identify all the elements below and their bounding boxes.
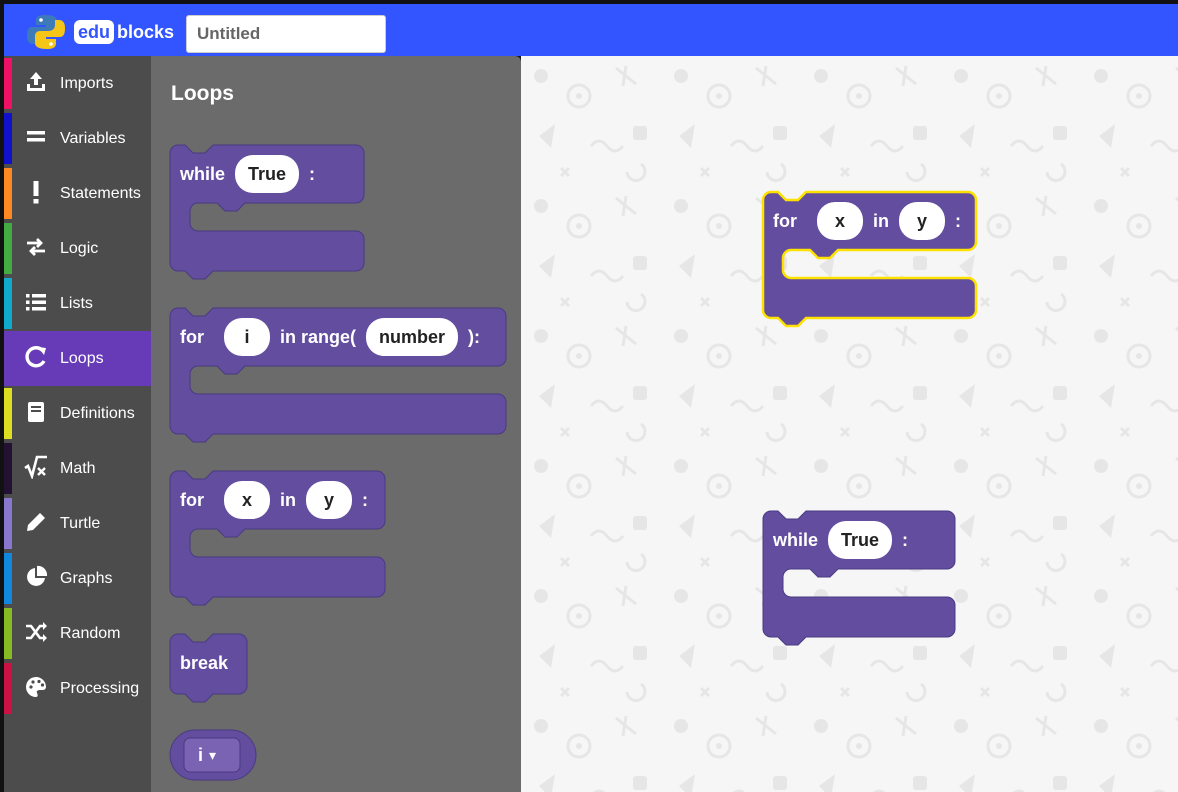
category-color-stripe <box>4 223 12 274</box>
category-label: Lists <box>60 294 93 312</box>
category-definitions[interactable]: Definitions <box>4 386 151 441</box>
edublocks-brand: edu blocks <box>74 16 174 48</box>
for-range-block[interactable]: for i in range( number ): <box>169 307 507 444</box>
block-colon: : <box>902 529 909 550</box>
block-keyword: in range( <box>280 326 357 347</box>
iterable-input[interactable]: y <box>306 481 352 519</box>
category-color-stripe <box>4 608 12 659</box>
block-keyword: in <box>280 489 296 510</box>
condition-input[interactable]: True <box>828 521 893 559</box>
pie-chart-icon <box>27 565 48 586</box>
category-random[interactable]: Random <box>4 606 151 661</box>
flyout-title: Loops <box>171 82 234 105</box>
loop-variable-input[interactable]: i <box>224 318 270 356</box>
for-in-block[interactable]: for x in y : <box>169 470 386 607</box>
category-label: Turtle <box>60 514 101 532</box>
break-block[interactable]: break <box>169 633 248 704</box>
category-label: Random <box>60 624 121 642</box>
loop-variable-input[interactable]: x <box>817 202 863 240</box>
block-keyword: for <box>180 489 204 510</box>
category-loops[interactable]: Loops <box>4 331 151 386</box>
block-keyword: for <box>180 326 204 347</box>
category-color-stripe <box>4 278 12 329</box>
dropdown-caret-icon[interactable]: ▾ <box>209 747 216 764</box>
top-bar: edu blocks <box>0 0 1178 56</box>
category-label: Graphs <box>60 569 113 587</box>
variable-reporter-block[interactable]: i ▾ <box>169 729 257 781</box>
category-color-stripe <box>4 553 12 604</box>
upload-icon <box>27 72 45 91</box>
sqrt-icon <box>24 455 47 479</box>
category-variables[interactable]: Variables <box>4 111 151 166</box>
shuffle-icon <box>26 622 47 642</box>
workspace-canvas[interactable]: for x in y : while True : <box>521 56 1178 792</box>
category-color-stripe <box>4 498 12 549</box>
loops-flyout: Loops while True : for i in range( numbe… <box>151 56 521 792</box>
category-imports[interactable]: Imports <box>4 56 151 111</box>
category-lists[interactable]: Lists <box>4 276 151 331</box>
category-label: Definitions <box>60 404 135 422</box>
category-processing[interactable]: Processing <box>4 661 151 716</box>
category-color-stripe <box>4 663 12 714</box>
workspace-for-in-block[interactable]: for x in y : <box>761 190 978 328</box>
block-keyword: while <box>773 529 819 550</box>
category-label: Logic <box>60 239 99 257</box>
while-loop-block[interactable]: while True : <box>169 144 365 281</box>
pencil-icon <box>27 513 45 531</box>
variable-name: i <box>198 744 204 765</box>
block-colon: : <box>955 210 961 231</box>
condition-input[interactable]: True <box>235 155 300 193</box>
book-icon <box>28 402 44 422</box>
range-number-input[interactable]: number <box>366 318 459 356</box>
block-colon: : <box>309 163 316 184</box>
iterable-input[interactable]: y <box>899 202 945 240</box>
block-keyword: while <box>180 163 226 184</box>
category-turtle[interactable]: Turtle <box>4 496 151 551</box>
brand-rest-text: blocks <box>117 21 175 42</box>
category-color-stripe <box>4 168 12 219</box>
category-color-stripe <box>4 333 12 384</box>
exclamation-icon <box>33 181 39 204</box>
category-label: Imports <box>60 74 114 92</box>
equals-icon <box>27 131 45 142</box>
block-colon: : <box>362 489 368 510</box>
workspace-pattern <box>521 56 1178 792</box>
workspace-while-block[interactable]: while True : <box>762 510 956 647</box>
brand-box-text: edu <box>74 20 115 44</box>
category-label: Math <box>60 459 96 477</box>
category-toolbox: Imports Variables Statements Logic Lists… <box>0 56 151 792</box>
block-keyword: for <box>773 210 797 231</box>
block-keyword: in <box>873 210 889 231</box>
list-icon <box>26 294 46 311</box>
category-color-stripe <box>4 388 12 439</box>
palette-icon <box>26 677 46 697</box>
python-logo-icon <box>27 15 65 49</box>
category-label: Variables <box>60 129 126 147</box>
category-label: Loops <box>60 349 104 367</box>
block-keyword: break <box>180 652 229 673</box>
refresh-icon <box>25 346 46 368</box>
category-label: Processing <box>60 679 140 697</box>
category-color-stripe <box>4 113 12 164</box>
category-math[interactable]: Math <box>4 441 151 496</box>
category-color-stripe <box>4 443 12 494</box>
swap-arrows-icon <box>27 238 45 256</box>
category-graphs[interactable]: Graphs <box>4 551 151 606</box>
category-statements[interactable]: Statements <box>4 166 151 221</box>
project-title-input[interactable] <box>186 15 386 53</box>
category-label: Statements <box>60 184 141 202</box>
block-suffix: ): <box>468 326 481 347</box>
loop-variable-input[interactable]: x <box>224 481 270 519</box>
category-logic[interactable]: Logic <box>4 221 151 276</box>
category-color-stripe <box>4 58 12 109</box>
